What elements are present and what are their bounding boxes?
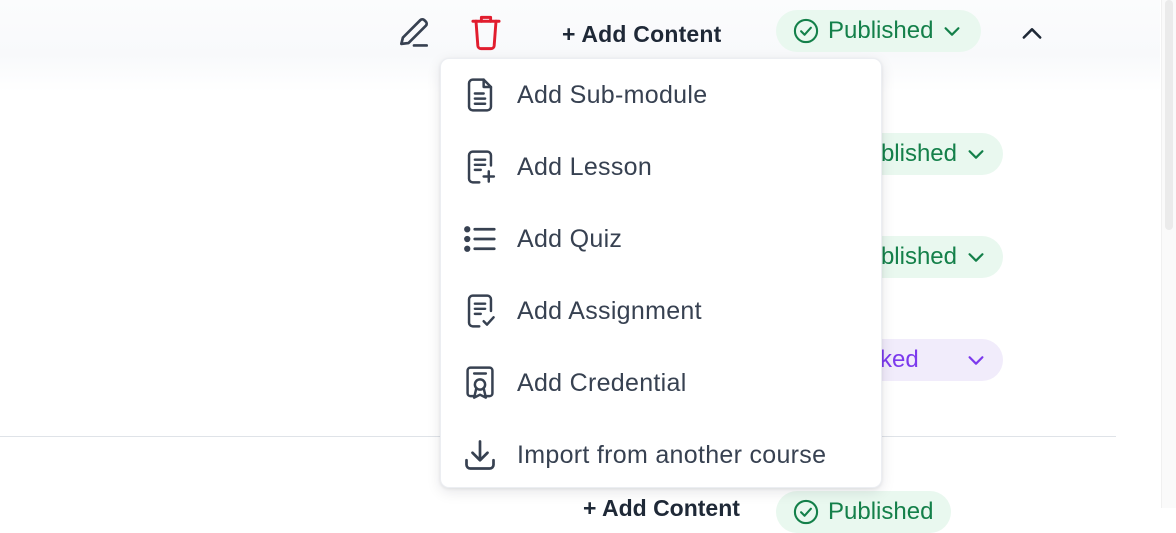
menu-item-add-lesson[interactable]: Add Lesson [441,131,881,203]
delete-button[interactable] [466,12,506,52]
trash-icon [471,15,501,51]
menu-item-add-assignment[interactable]: Add Assignment [441,275,881,347]
document-plus-icon [461,148,499,186]
menu-item-add-quiz[interactable]: Add Quiz [441,203,881,275]
status-dropdown[interactable]: Published [776,491,952,533]
menu-item-label: Add Assignment [517,296,702,325]
status-label: Published [828,17,934,44]
menu-item-add-sub-module[interactable]: Add Sub-module [441,59,881,131]
scrollbar-thumb[interactable] [1165,0,1173,230]
add-content-button[interactable]: + Add Content [562,18,722,50]
list-icon [461,220,499,258]
download-icon [461,436,499,474]
check-circle-icon [793,499,819,525]
certificate-icon [461,364,499,402]
menu-item-label: Add Lesson [517,152,653,181]
add-content-menu: Add Sub-module Add Lesson Add Quiz Add A… [440,58,882,488]
add-content-button[interactable]: + Add Content [583,492,740,524]
status-label: Published [828,498,934,525]
edit-button[interactable] [394,12,434,52]
menu-item-label: Import from another course [517,440,827,469]
document-check-icon [461,292,499,330]
menu-item-import-course[interactable]: Import from another course [441,419,881,491]
menu-item-label: Add Credential [517,368,687,397]
menu-item-label: Add Quiz [517,224,623,253]
check-circle-icon [793,18,819,44]
document-icon [461,76,499,114]
chevron-down-icon [968,150,984,159]
status-dropdown[interactable]: Published [776,10,982,52]
chevron-down-icon [968,356,984,365]
chevron-down-icon [944,27,960,36]
collapse-button[interactable] [1014,16,1050,52]
chevron-down-icon [968,253,984,262]
status-label: blished [880,243,957,270]
chevron-up-icon [1022,28,1042,39]
scrollbar[interactable] [1161,0,1176,508]
status-label: blished [880,140,957,167]
status-label: ked [880,346,919,373]
pencil-icon [399,18,429,47]
menu-item-label: Add Sub-module [517,80,708,109]
menu-item-add-credential[interactable]: Add Credential [441,347,881,419]
